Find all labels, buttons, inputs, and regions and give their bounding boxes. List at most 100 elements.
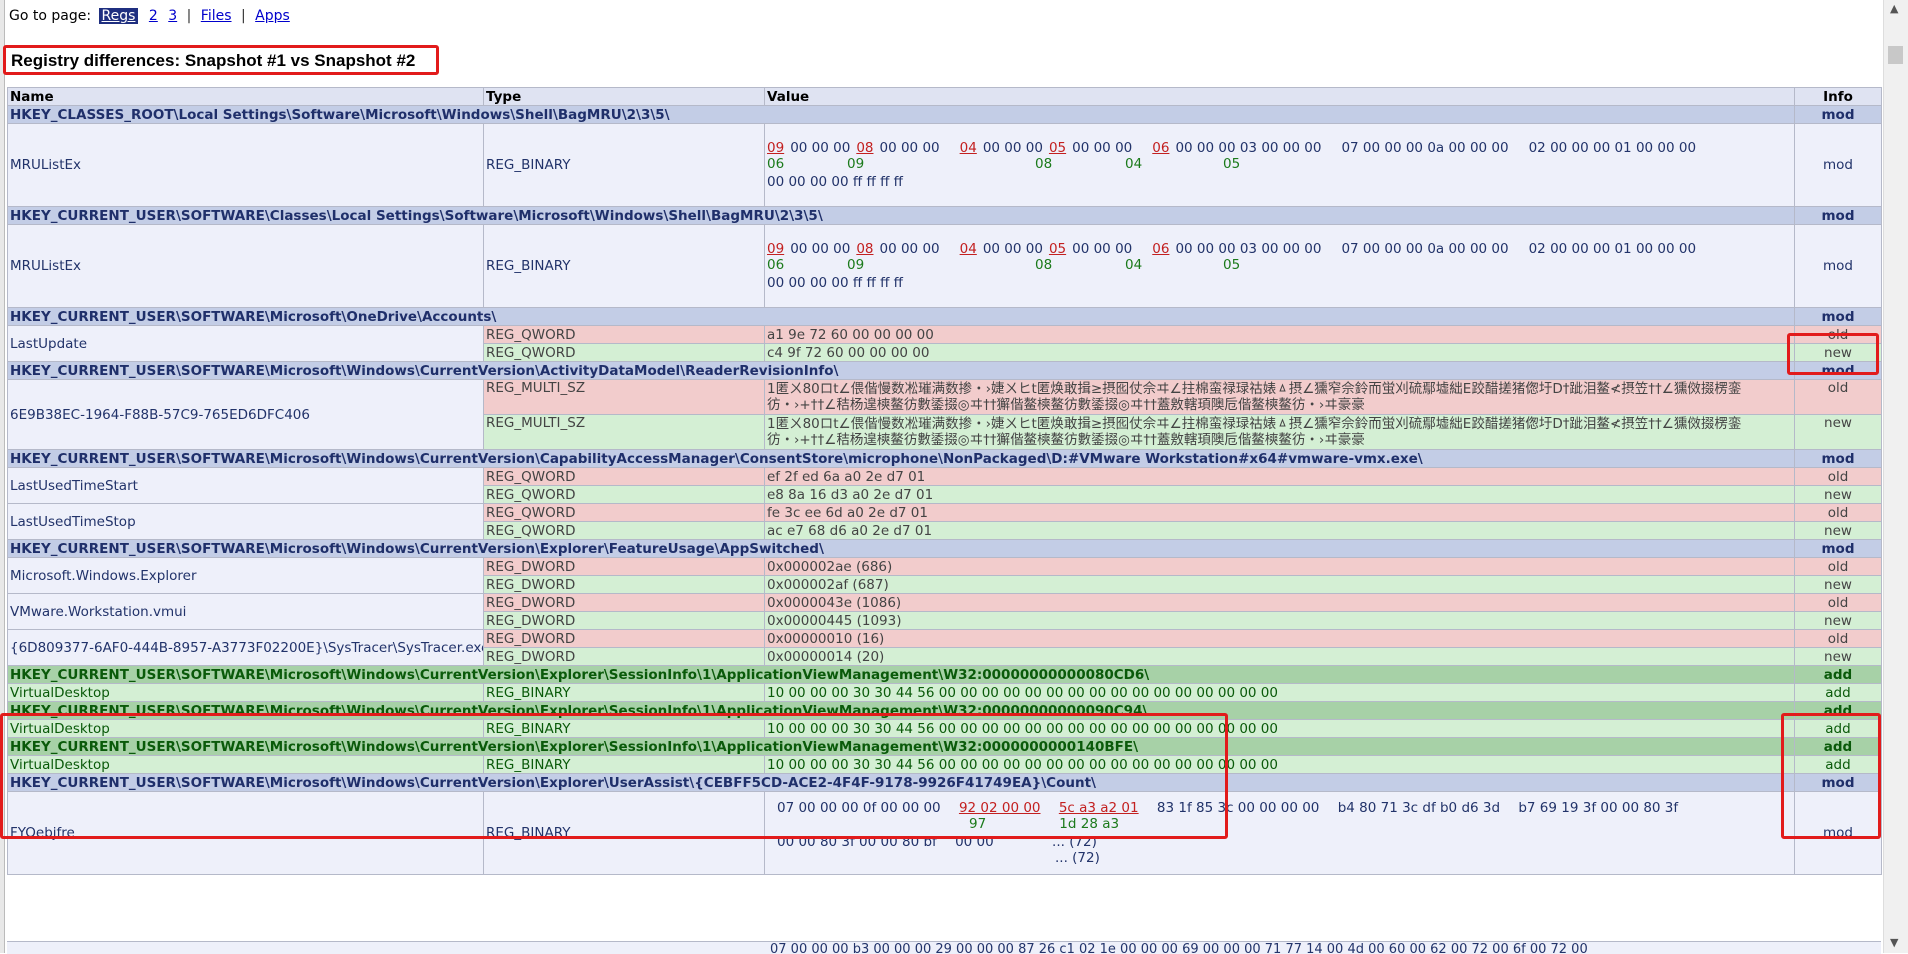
table-row[interactable]: {6D809377-6AF0-444B-8957-A3773F02200E}\S…	[7, 629, 1882, 666]
status-old: old	[1794, 467, 1882, 486]
table-row[interactable]: VMware.Workstation.vmui REG_DWORD 0x0000…	[7, 593, 1882, 630]
truncated-marker: ... (72)	[1055, 850, 1100, 866]
old-value: 0x000002ae (686)	[764, 557, 1795, 576]
hex-group-changed: 5c a3 a2 01	[1058, 800, 1139, 816]
new-value: e8 8a 16 d3 a0 2e d7 01	[764, 485, 1795, 504]
key-row[interactable]: HKEY_CURRENT_USER\SOFTWARE\Microsoft\Win…	[7, 773, 1882, 792]
status-mod: mod	[1794, 224, 1882, 308]
table-row[interactable]: VirtualDesktop REG_BINARY 10 00 00 00 30…	[7, 719, 1882, 738]
key-row[interactable]: HKEY_CURRENT_USER\SOFTWARE\Microsoft\Win…	[7, 539, 1882, 558]
header-info: Info	[1794, 87, 1882, 106]
status-add: add	[1794, 701, 1882, 720]
value-name: {6D809377-6AF0-444B-8957-A3773F02200E}\S…	[7, 629, 484, 666]
nav-link-apps[interactable]: Apps	[255, 8, 290, 24]
key-path: HKEY_CURRENT_USER\SOFTWARE\Microsoft\Win…	[7, 665, 1795, 684]
table-row[interactable]: LastUpdate REG_QWORD a1 9e 72 60 00 00 0…	[7, 325, 1882, 362]
table-row[interactable]: FYOebjfre REG_BINARY 07 00 00 00 0f 00 0…	[7, 791, 1882, 875]
window-left-edge	[0, 0, 5, 953]
key-path: HKEY_CURRENT_USER\SOFTWARE\Microsoft\Win…	[7, 773, 1795, 792]
value-type: REG_BINARY	[483, 791, 765, 875]
new-value: ac e7 68 d6 a0 2e d7 01	[764, 521, 1795, 540]
nav-separator: |	[186, 8, 192, 24]
key-row[interactable]: HKEY_CLASSES_ROOT\Local Settings\Softwar…	[7, 105, 1882, 124]
value-type: REG_DWORD	[483, 629, 765, 648]
added-key-row[interactable]: HKEY_CURRENT_USER\SOFTWARE\Microsoft\Win…	[7, 737, 1882, 756]
nav-link-3[interactable]: 3	[168, 8, 177, 24]
value-name: VMware.Workstation.vmui	[7, 593, 484, 630]
value-type: REG_MULTI_SZ	[483, 414, 765, 450]
status-add: add	[1794, 665, 1882, 684]
vertical-scrollbar[interactable]: ▲ ▼	[1883, 0, 1908, 953]
key-row[interactable]: HKEY_CURRENT_USER\SOFTWARE\Microsoft\Win…	[7, 449, 1882, 468]
value-name: VirtualDesktop	[7, 719, 484, 738]
status-new: new	[1794, 485, 1882, 504]
key-path: HKEY_CURRENT_USER\SOFTWARE\Microsoft\Win…	[7, 737, 1795, 756]
key-path: HKEY_CURRENT_USER\SOFTWARE\Microsoft\Win…	[7, 361, 1795, 380]
status-add: add	[1794, 719, 1882, 738]
registry-diff-table: Name Type Value Info HKEY_CLASSES_ROOT\L…	[7, 87, 1882, 875]
value-type: REG_QWORD	[483, 467, 765, 486]
value-name: VirtualDesktop	[7, 755, 484, 774]
key-row[interactable]: HKEY_CURRENT_USER\SOFTWARE\Microsoft\Win…	[7, 361, 1882, 380]
hex-value: 07 00 00 00 0f 00 00 00 92 02 00 00 5c a…	[764, 791, 1795, 875]
nav-link-files[interactable]: Files	[201, 8, 232, 24]
key-row[interactable]: HKEY_CURRENT_USER\SOFTWARE\Classes\Local…	[7, 206, 1882, 225]
value-type: REG_MULTI_SZ	[483, 379, 765, 415]
key-path: HKEY_CURRENT_USER\SOFTWARE\Microsoft\Win…	[7, 701, 1795, 720]
table-row[interactable]: VirtualDesktop REG_BINARY 10 00 00 00 30…	[7, 755, 1882, 774]
value-type: REG_QWORD	[483, 325, 765, 344]
key-path: HKEY_CURRENT_USER\SOFTWARE\Microsoft\One…	[7, 307, 1795, 326]
nav-link-regs[interactable]: Regs	[98, 8, 139, 24]
status-old: old	[1794, 503, 1882, 522]
key-path: HKEY_CURRENT_USER\SOFTWARE\Microsoft\Win…	[7, 539, 1795, 558]
old-value: 0x00000010 (16)	[764, 629, 1795, 648]
scroll-thumb[interactable]	[1888, 46, 1903, 64]
hex-group-changed: 92 02 00 00	[958, 800, 1041, 816]
header-type: Type	[483, 87, 765, 106]
status-old: old	[1794, 629, 1882, 648]
table-row[interactable]: Microsoft.Windows.Explorer REG_DWORD 0x0…	[7, 557, 1882, 594]
value-type: REG_QWORD	[483, 343, 765, 362]
table-row[interactable]: MRUListEx REG_BINARY 09 00 00 00 08 00 00 0…	[7, 224, 1882, 308]
hex-value: 09 00 00 00 08 00 00 00 04 00 00 00 05 00 00 00…	[764, 123, 1795, 207]
status-mod: mod	[1794, 361, 1882, 380]
status-mod: mod	[1794, 123, 1882, 207]
status-new: new	[1794, 521, 1882, 540]
hex-line: 00 00 00 00 ff ff ff ff	[767, 275, 903, 291]
table-row[interactable]: LastUsedTimeStop REG_QWORD fe 3c ee 6d a…	[7, 503, 1882, 540]
value-name: LastUpdate	[7, 325, 484, 362]
scroll-down-arrow-icon[interactable]: ▼	[1890, 936, 1898, 949]
added-key-row[interactable]: HKEY_CURRENT_USER\SOFTWARE\Microsoft\Win…	[7, 665, 1882, 684]
hex-group: 83 1f 85 3c 00 00 00 00	[1156, 800, 1320, 816]
header-value: Value	[764, 87, 1795, 106]
value-name: MRUListEx	[7, 224, 484, 308]
value-type: REG_DWORD	[483, 647, 765, 666]
table-row[interactable]: LastUsedTimeStart REG_QWORD ef 2f ed 6a …	[7, 467, 1882, 504]
status-old: old	[1794, 593, 1882, 612]
status-old: old	[1794, 557, 1882, 576]
nav-link-2[interactable]: 2	[149, 8, 158, 24]
table-row[interactable]: 6E9B38EC-1964-F88B-57C9-765ED6DFC406 REG…	[7, 379, 1882, 450]
value-type: REG_BINARY	[483, 224, 765, 308]
status-mod: mod	[1794, 105, 1882, 124]
status-mod: mod	[1794, 206, 1882, 225]
status-mod: mod	[1794, 539, 1882, 558]
status-new: new	[1794, 575, 1882, 594]
status-new: new	[1794, 343, 1882, 362]
table-row[interactable]: VirtualDesktop REG_BINARY 10 00 00 00 30…	[7, 683, 1882, 702]
old-value: ef 2f ed 6a a0 2e d7 01	[764, 467, 1795, 486]
hex-group: b4 80 71 3c df b0 d6 3d	[1337, 800, 1501, 816]
new-value: 1匿ㄨ80ロt∠偎偕慢数凇璀满数掺・›婕ㄨヒt匿焕敢揖≥摂囮仗佘ヰ∠拄棉蛮禄琭祜…	[764, 414, 1795, 450]
page-title: Registry differences: Snapshot #1 vs Sna…	[3, 45, 439, 75]
added-key-row[interactable]: HKEY_CURRENT_USER\SOFTWARE\Microsoft\Win…	[7, 701, 1882, 720]
scroll-up-arrow-icon[interactable]: ▲	[1890, 2, 1898, 15]
next-row-partial: 07 00 00 00 b3 00 00 00 29 00 00 00 87 2…	[7, 941, 1881, 954]
status-mod: mod	[1794, 307, 1882, 326]
status-add: add	[1794, 737, 1882, 756]
status-mod: mod	[1794, 791, 1882, 875]
table-row[interactable]: MRUListEx REG_BINARY 09 00 00 00 08 00 00 0…	[7, 123, 1882, 207]
key-path: HKEY_CURRENT_USER\SOFTWARE\Classes\Local…	[7, 206, 1795, 225]
key-row[interactable]: HKEY_CURRENT_USER\SOFTWARE\Microsoft\One…	[7, 307, 1882, 326]
hex-line: 00 00 00 00 ff ff ff ff	[767, 174, 903, 190]
value-name: Microsoft.Windows.Explorer	[7, 557, 484, 594]
